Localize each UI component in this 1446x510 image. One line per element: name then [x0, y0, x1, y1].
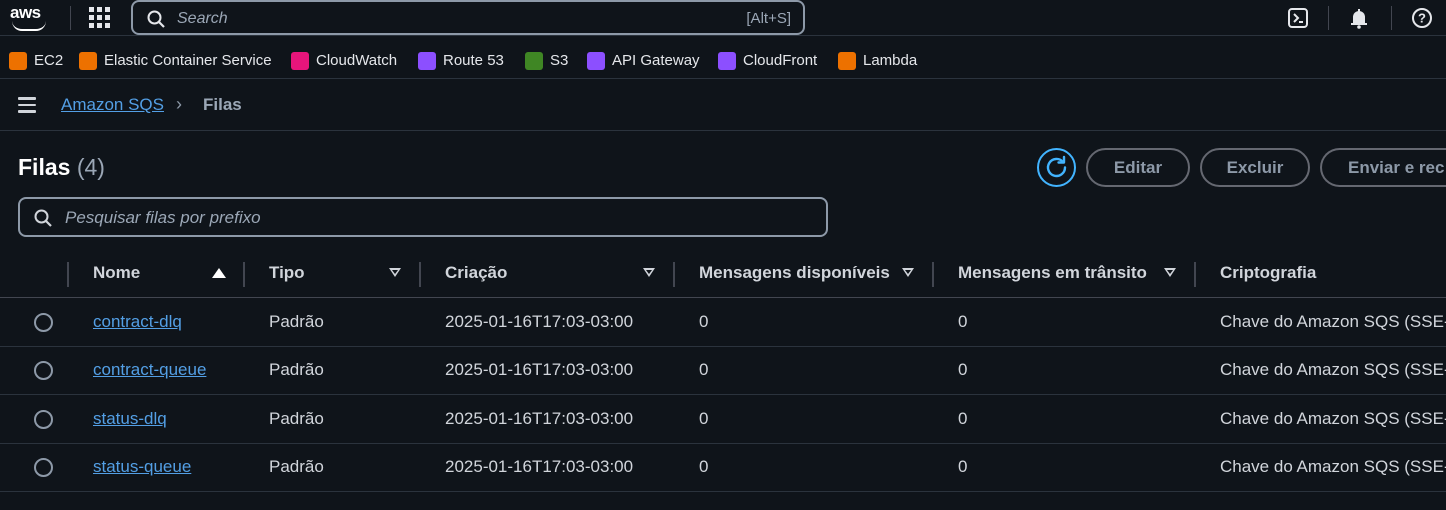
sort-icon[interactable] [389, 268, 401, 277]
messages-available: 0 [699, 457, 709, 476]
refresh-icon [1046, 155, 1067, 178]
top-navigation: aws Search [Alt+S] ? [0, 0, 1446, 36]
queue-created: 2025-01-16T17:03-03:00 [445, 360, 634, 379]
search-icon [147, 10, 165, 28]
queue-encryption: Chave do Amazon SQS (SSE- [1220, 409, 1446, 428]
messages-available: 0 [699, 360, 709, 379]
route53-icon [418, 52, 436, 70]
favorites-bar: EC2 Elastic Container Service CloudWatch… [0, 43, 1446, 79]
sort-ascending-icon[interactable] [212, 268, 226, 278]
delete-button[interactable]: Excluir [1200, 148, 1310, 187]
favorite-label: EC2 [34, 52, 64, 69]
search-shortcut: [Alt+S] [746, 10, 791, 27]
chevron-right-icon: › [176, 94, 182, 114]
queue-count: (4) [76, 154, 105, 180]
favorite-label: S3 [550, 52, 569, 69]
column-header-encryption[interactable]: Criptografia [1220, 263, 1316, 283]
cloudwatch-icon [291, 52, 309, 70]
queue-encryption: Chave do Amazon SQS (SSE- [1220, 457, 1446, 476]
search-icon [34, 209, 52, 227]
queue-created: 2025-01-16T17:03-03:00 [445, 409, 634, 428]
sort-icon[interactable] [902, 268, 914, 277]
queue-name-link[interactable]: contract-queue [93, 360, 206, 380]
table-row[interactable]: status-dlq Padrão 2025-01-16T17:03-03:00… [0, 395, 1446, 444]
help-icon[interactable]: ? [1411, 7, 1433, 29]
api-gateway-icon [587, 52, 605, 70]
table-header: Nome Tipo Criação Mensagens disponíveis … [0, 250, 1446, 298]
messages-inflight: 0 [958, 457, 968, 476]
table-row[interactable]: status-queue Padrão 2025-01-16T17:03-03:… [0, 443, 1446, 492]
column-header-type[interactable]: Tipo [269, 263, 305, 283]
queue-type: Padrão [269, 409, 324, 428]
row-select-radio[interactable] [34, 410, 53, 429]
ecs-icon [79, 52, 97, 70]
breadcrumb-current: Filas [203, 95, 242, 114]
queue-type: Padrão [269, 360, 324, 379]
refresh-button[interactable] [1037, 148, 1076, 187]
page-title-text: Filas [18, 154, 71, 180]
breadcrumb: Amazon SQS › Filas [0, 80, 1446, 131]
favorite-label: Route 53 [443, 52, 504, 69]
queue-type: Padrão [269, 457, 324, 476]
divider [70, 6, 71, 30]
row-select-radio[interactable] [34, 361, 53, 380]
column-divider [673, 262, 675, 287]
messages-inflight: 0 [958, 360, 968, 379]
divider [1391, 6, 1392, 30]
table-row[interactable]: contract-dlq Padrão 2025-01-16T17:03-03:… [0, 298, 1446, 347]
queue-name-link[interactable]: status-dlq [93, 409, 167, 429]
queue-filter-input[interactable]: Pesquisar filas por prefixo [18, 197, 828, 237]
column-header-inflight[interactable]: Mensagens em trânsito [958, 263, 1147, 283]
sort-icon[interactable] [643, 268, 655, 277]
cloudshell-icon[interactable] [1287, 7, 1309, 29]
favorite-label: Lambda [863, 52, 918, 69]
queue-created: 2025-01-16T17:03-03:00 [445, 312, 634, 331]
queue-encryption: Chave do Amazon SQS (SSE- [1220, 312, 1446, 331]
favorite-label: CloudWatch [316, 52, 398, 69]
menu-icon[interactable] [18, 97, 36, 113]
sort-icon[interactable] [1164, 268, 1176, 277]
messages-inflight: 0 [958, 312, 968, 331]
messages-available: 0 [699, 312, 709, 331]
queue-encryption: Chave do Amazon SQS (SSE- [1220, 360, 1446, 379]
column-divider [932, 262, 934, 287]
favorite-label: CloudFront [743, 52, 818, 69]
page-title: Filas (4) [18, 154, 105, 181]
breadcrumb-link-sqs[interactable]: Amazon SQS [61, 95, 164, 115]
aws-logo-text: aws [10, 3, 41, 22]
lambda-icon [838, 52, 856, 70]
column-header-available[interactable]: Mensagens disponíveis [699, 263, 890, 283]
s3-icon [525, 52, 543, 70]
send-receive-button[interactable]: Enviar e rec [1320, 148, 1446, 187]
column-divider [243, 262, 245, 287]
messages-inflight: 0 [958, 409, 968, 428]
divider [1328, 6, 1329, 30]
aws-logo-smile [12, 21, 46, 31]
column-header-name[interactable]: Nome [93, 263, 140, 283]
cloudfront-icon [718, 52, 736, 70]
column-divider [67, 262, 69, 287]
favorite-label: API Gateway [612, 52, 700, 69]
global-search-input[interactable]: Search [Alt+S] [131, 0, 805, 35]
row-select-radio[interactable] [34, 458, 53, 477]
search-placeholder: Search [177, 10, 228, 27]
edit-button[interactable]: Editar [1086, 148, 1190, 187]
queue-name-link[interactable]: status-queue [93, 457, 191, 477]
ec2-icon [9, 52, 27, 70]
column-divider [419, 262, 421, 287]
aws-logo[interactable]: aws [10, 3, 50, 33]
table-row[interactable]: contract-queue Padrão 2025-01-16T17:03-0… [0, 346, 1446, 395]
bell-icon[interactable] [1348, 7, 1370, 29]
row-select-radio[interactable] [34, 313, 53, 332]
column-divider [1194, 262, 1196, 287]
services-grid-icon[interactable] [89, 7, 110, 28]
column-header-created[interactable]: Criação [445, 263, 507, 283]
queue-name-link[interactable]: contract-dlq [93, 312, 182, 332]
filter-placeholder: Pesquisar filas por prefixo [65, 208, 261, 227]
messages-available: 0 [699, 409, 709, 428]
svg-text:?: ? [1418, 11, 1426, 26]
queue-created: 2025-01-16T17:03-03:00 [445, 457, 634, 476]
favorite-label: Elastic Container Service [104, 52, 272, 69]
queue-type: Padrão [269, 312, 324, 331]
